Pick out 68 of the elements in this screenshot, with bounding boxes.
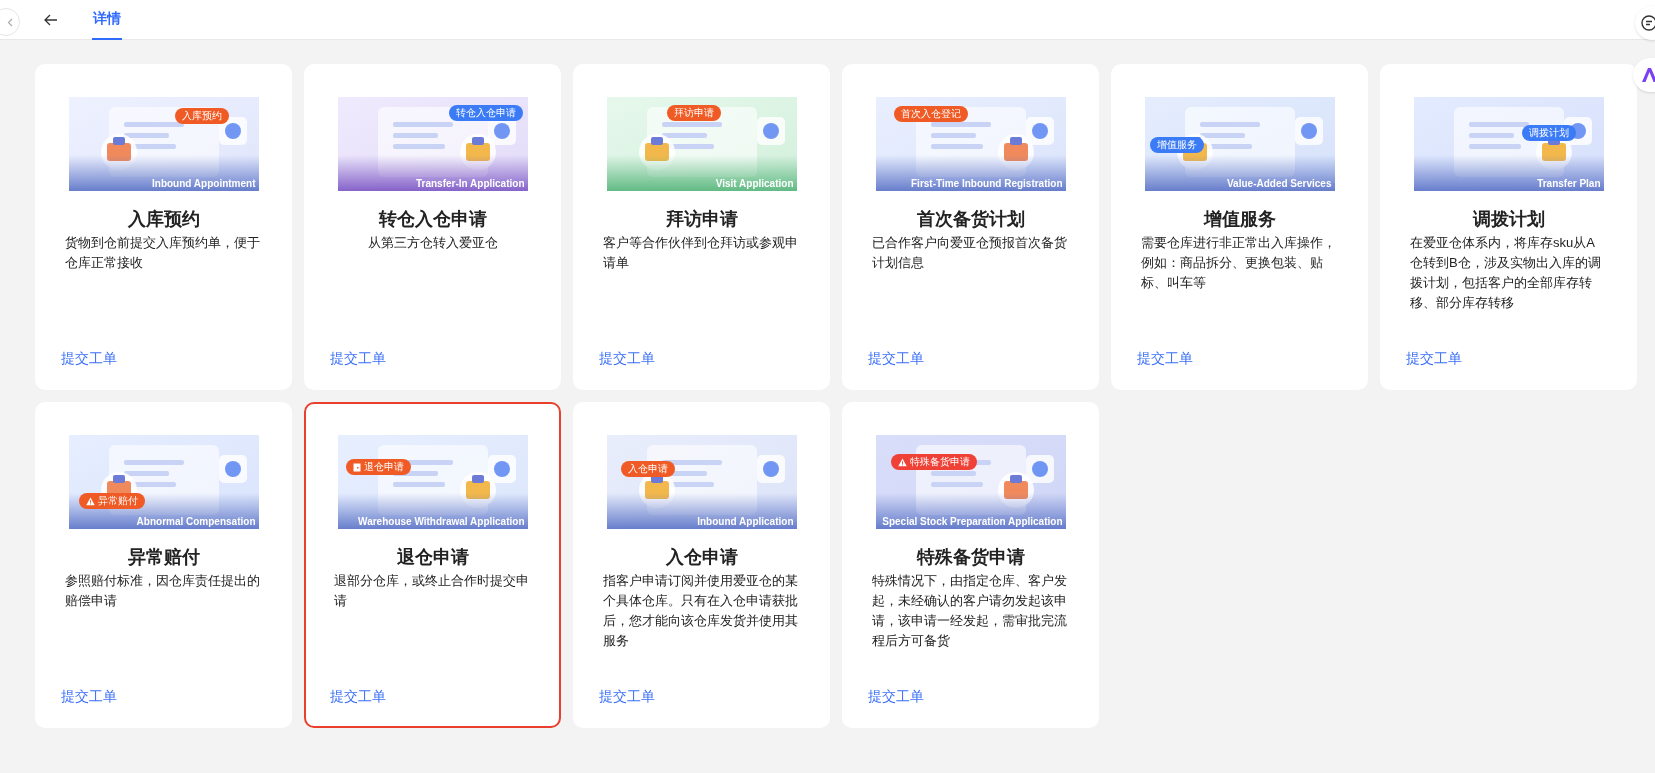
image-badge: 转仓入仓申请 — [448, 105, 523, 121]
image-badge: 首次入仓登记 — [893, 106, 968, 122]
image-caption: Inbound Appointment — [152, 179, 256, 189]
service-card[interactable]: 入库预约 Inbound Appointment 入库预约 货物到仓前提交入库预约单，便于仓库正常接收 提交工单 — [35, 64, 292, 390]
service-card[interactable]: 入仓申请 Inbound Application 入仓申请 指客户申请订阅并使用爱亚仓的某个具体仓库。只有在入仓申请获批后，您才能向该仓库发货并使用其服务 提交工单 — [573, 402, 830, 728]
card-description: 客户等合作伙伴到仓拜访或参观申请单 — [603, 234, 799, 272]
submit-link[interactable]: 提交工单 — [61, 686, 117, 706]
service-card[interactable]: 调拨计划 Transfer Plan 调拨计划 在爱亚仓体系内，将库存sku从A仓转到B仓，涉及实物出入库的调拨计划，包括客户的全部库存转移、部分库存转移 提交工单 — [1380, 64, 1637, 390]
submit-link[interactable]: 提交工单 — [868, 686, 924, 706]
card-description: 特殊情况下，由指定仓库、客户发起，未经确认的客户请勿发起该申请，该申请一经发起，需审批完流程后方可备货 — [872, 572, 1068, 650]
service-card[interactable]: 退仓申请 Warehouse Withdrawal Application 退仓申请 退部分仓库，或终止合作时提交申请 提交工单 — [304, 402, 561, 728]
service-card[interactable]: 特殊备货申请 Special Stock Preparation Application 特殊备货申请 特殊情况下，由指定仓库、客户发起，未经确认的客户请勿发起该申请，该申请一经发起，需审批完流程后方可备货 提交工单 — [842, 402, 1099, 728]
image-badge: 拜访申请 — [666, 105, 721, 121]
service-card[interactable]: 转仓入仓申请 Transfer-In Application 转仓入仓申请 从第三方仓转入爱亚仓 提交工单 — [304, 64, 561, 390]
assistant-logo-icon — [1641, 67, 1655, 83]
card-description: 需要仓库进行非正常出入库操作，例如：商品拆分、更换包装、贴标、叫车等 — [1141, 234, 1337, 292]
back-arrow-icon — [44, 13, 58, 26]
card-title: 拜访申请 — [664, 208, 739, 231]
tab[interactable]: 详情 — [92, 0, 122, 40]
image-caption: Transfer Plan — [1537, 179, 1601, 189]
submit-link[interactable]: 提交工单 — [599, 686, 655, 706]
submit-link[interactable]: 提交工单 — [61, 348, 117, 368]
image-badge: 入库预约 — [174, 108, 229, 124]
card-title: 退仓申请 — [395, 546, 470, 569]
submit-link[interactable]: 提交工单 — [1137, 348, 1193, 368]
card-description: 指客户申请订阅并使用爱亚仓的某个具体仓库。只有在入仓申请获批后，您才能向该仓库发货并使用其服务 — [603, 572, 799, 650]
warning-icon — [85, 496, 95, 506]
image-caption: Inbound Application — [697, 517, 794, 527]
image-badge: 增值服务 — [1149, 137, 1204, 153]
submit-link[interactable]: 提交工单 — [868, 348, 924, 368]
submit-link[interactable]: 提交工单 — [330, 348, 386, 368]
card-description: 从第三方仓转入爱亚仓 — [367, 234, 498, 252]
submit-link[interactable]: 提交工单 — [1406, 348, 1462, 368]
chevron-left-icon — [7, 17, 13, 27]
card-title: 特殊备货申请 — [915, 546, 1026, 569]
image-badge: 退仓申请 — [345, 459, 411, 475]
submit-link[interactable]: 提交工单 — [330, 686, 386, 706]
card-description: 退部分仓库，或终止合作时提交申请 — [334, 572, 530, 610]
warning-icon — [897, 457, 907, 467]
image-caption: Transfer-In Application — [415, 179, 525, 189]
image-caption: Value-Added Services — [1227, 179, 1332, 189]
card-description: 已合作客户向爱亚仓预报首次备货计划信息 — [872, 234, 1068, 272]
service-card[interactable]: 首次入仓登记 First-Time Inbound Registration 首次备货计划 已合作客户向爱亚仓预报首次备货计划信息 提交工单 — [842, 64, 1099, 390]
card-title: 异常赔付 — [126, 546, 201, 569]
card-title: 首次备货计划 — [915, 208, 1026, 231]
image-badge: 入仓申请 — [620, 461, 675, 477]
image-caption: Abnormal Compensation — [136, 517, 256, 527]
image-badge: 特殊备货申请 — [890, 454, 977, 470]
service-card[interactable]: 拜访申请 Visit Application 拜访申请 客户等合作伙伴到仓拜访或参观申请单 提交工单 — [573, 64, 830, 390]
card-title: 入库预约 — [126, 208, 201, 231]
card-title: 转仓入仓申请 — [377, 208, 488, 231]
image-caption: Special Stock Preparation Application — [882, 517, 1063, 527]
card-title: 入仓申请 — [664, 546, 739, 569]
card-description: 参照赔付标准，因仓库责任提出的赔偿申请 — [65, 572, 261, 610]
image-caption: Warehouse Withdrawal Application — [358, 517, 525, 527]
card-title: 调拨计划 — [1471, 208, 1546, 231]
card-title: 增值服务 — [1202, 208, 1277, 231]
image-caption: Visit Application — [715, 179, 794, 189]
service-card[interactable]: 增值服务 Value-Added Services 增值服务 需要仓库进行非正常出入库操作，例如：商品拆分、更换包装、贴标、叫车等 提交工单 — [1111, 64, 1368, 390]
image-caption: First-Time Inbound Registration — [911, 179, 1063, 189]
service-card[interactable]: 异常赔付 Abnormal Compensation 异常赔付 参照赔付标准，因仓库责任提出的赔偿申请 提交工单 — [35, 402, 292, 728]
card-description: 在爱亚仓体系内，将库存sku从A仓转到B仓，涉及实物出入库的调拨计划，包括客户的全部库存转移、部分库存转移 — [1410, 234, 1602, 312]
chat-icon — [1641, 15, 1655, 31]
submit-link[interactable]: 提交工单 — [599, 348, 655, 368]
card-description: 货物到仓前提交入库预约单，便于仓库正常接收 — [65, 234, 261, 272]
image-badge: 调拨计划 — [1521, 125, 1576, 141]
door-icon — [352, 462, 361, 472]
image-badge: 异常赔付 — [78, 493, 145, 509]
